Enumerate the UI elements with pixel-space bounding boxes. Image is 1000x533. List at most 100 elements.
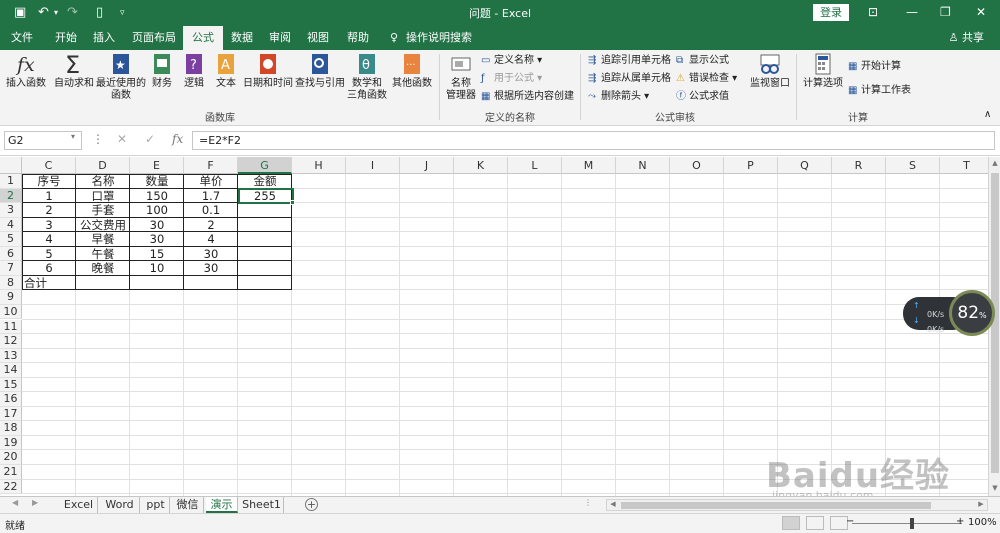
tab-help[interactable]: 帮助 — [340, 26, 376, 50]
tab-formulas[interactable]: 公式 — [183, 26, 223, 50]
share-button[interactable]: ♙ 共享 — [949, 26, 984, 50]
next-sheet-icon[interactable]: ▶ — [32, 498, 38, 507]
table-cell[interactable]: 15 — [130, 247, 184, 262]
row-header-8[interactable]: 8 — [0, 275, 22, 291]
formula-input[interactable]: =E2*F2 — [192, 131, 995, 150]
insert-function-button[interactable]: fx 插入函数 — [4, 52, 48, 90]
column-header-j[interactable]: J — [400, 157, 454, 174]
row-header-7[interactable]: 7 — [0, 261, 22, 276]
table-cell[interactable]: 2 — [22, 203, 76, 218]
name-box-dropdown-icon[interactable]: ▾ — [71, 132, 75, 141]
use-in-formula-button[interactable]: ƒ 用于公式 ▾ — [481, 72, 542, 86]
column-header-h[interactable]: H — [292, 157, 346, 174]
logical-button[interactable]: ? 逻辑 — [180, 52, 208, 90]
row-header-15[interactable]: 15 — [0, 377, 22, 393]
table-cell[interactable] — [238, 218, 292, 233]
row-header-18[interactable]: 18 — [0, 421, 22, 436]
sheet-tab[interactable]: 演示 — [206, 497, 238, 513]
zoom-slider[interactable] — [852, 523, 962, 524]
zoom-level[interactable]: 100% — [968, 517, 997, 528]
show-formulas-button[interactable]: ⧉ 显示公式 — [676, 54, 729, 68]
recently-used-button[interactable]: ★ 最近使用的 函数 — [96, 52, 146, 102]
column-header-n[interactable]: N — [616, 157, 670, 174]
tab-insert[interactable]: 插入 — [86, 26, 122, 50]
error-checking-button[interactable]: ⚠ 错误检查 ▾ — [676, 72, 737, 86]
horizontal-scroll-thumb[interactable] — [621, 502, 931, 509]
fill-handle[interactable] — [290, 200, 295, 205]
column-header-f[interactable]: F — [184, 157, 238, 174]
column-header-t[interactable]: T — [940, 157, 988, 174]
row-header-3[interactable]: 3 — [0, 203, 22, 218]
column-header-i[interactable]: I — [346, 157, 400, 174]
row-header-2[interactable]: 2 — [0, 188, 22, 204]
row-header-14[interactable]: 14 — [0, 363, 22, 378]
row-header-13[interactable]: 13 — [0, 348, 22, 364]
table-cell[interactable]: 1.7 — [184, 189, 238, 204]
close-icon[interactable]: ✕ — [976, 3, 986, 21]
table-cell[interactable]: 10 — [130, 261, 184, 276]
page-layout-view-button[interactable] — [806, 516, 824, 530]
select-all-corner[interactable] — [0, 157, 22, 174]
row-header-9[interactable]: 9 — [0, 290, 22, 305]
evaluate-formula-button[interactable]: ⓕ 公式求值 — [676, 90, 729, 104]
minimize-icon[interactable]: — — [906, 3, 918, 21]
text-button[interactable]: A 文本 — [212, 52, 240, 90]
tab-home[interactable]: 开始 — [48, 26, 84, 50]
tab-split-handle-icon[interactable]: ⋮ — [584, 498, 592, 507]
date-time-button[interactable]: 日期和时间 — [242, 52, 294, 90]
table-cell[interactable]: 30 — [184, 261, 238, 276]
table-cell[interactable]: 150 — [130, 189, 184, 204]
table-cell[interactable]: 1 — [22, 189, 76, 204]
row-header-1[interactable]: 1 — [0, 174, 22, 189]
table-cell[interactable]: 100 — [130, 203, 184, 218]
table-cell[interactable]: 公交费用 — [76, 218, 130, 233]
column-header-e[interactable]: E — [130, 157, 184, 174]
tab-data[interactable]: 数据 — [224, 26, 260, 50]
table-cell[interactable] — [238, 247, 292, 262]
tell-me-search[interactable]: 操作说明搜索 — [404, 26, 474, 50]
memory-gauge[interactable]: 82% — [949, 290, 995, 336]
table-header-cell[interactable]: 名称 — [76, 174, 130, 189]
table-cell[interactable] — [238, 203, 292, 218]
calculate-now-button[interactable]: ▦ 开始计算 — [848, 60, 901, 74]
tab-page-layout[interactable]: 页面布局 — [128, 26, 180, 50]
math-trig-button[interactable]: θ 数学和 三角函数 — [344, 52, 390, 102]
table-cell[interactable]: 口罩 — [76, 189, 130, 204]
column-header-m[interactable]: M — [562, 157, 616, 174]
zoom-in-icon[interactable]: + — [956, 516, 964, 527]
table-cell[interactable]: 5 — [22, 247, 76, 262]
sheet-tab[interactable]: Word — [100, 497, 140, 513]
row-header-17[interactable]: 17 — [0, 406, 22, 422]
table-cell[interactable]: 午餐 — [76, 247, 130, 262]
zoom-out-icon[interactable]: − — [846, 516, 854, 527]
table-header-cell[interactable]: 序号 — [22, 174, 76, 189]
column-header-o[interactable]: O — [670, 157, 724, 174]
column-header-g[interactable]: G — [238, 157, 292, 174]
calculate-sheet-button[interactable]: ▦ 计算工作表 — [848, 84, 911, 98]
table-cell[interactable]: 手套 — [76, 203, 130, 218]
column-header-p[interactable]: P — [724, 157, 778, 174]
tab-view[interactable]: 视图 — [300, 26, 336, 50]
column-header-s[interactable]: S — [886, 157, 940, 174]
row-header-12[interactable]: 12 — [0, 334, 22, 349]
calculation-options-button[interactable]: 计算选项 — [800, 52, 846, 90]
trace-precedents-button[interactable]: ⇶ 追踪引用单元格 — [588, 54, 671, 68]
total-label-cell[interactable]: 合计 — [22, 276, 76, 291]
table-cell[interactable]: 6 — [22, 261, 76, 276]
name-manager-button[interactable]: 名称 管理器 — [444, 52, 478, 102]
table-header-cell[interactable]: 数量 — [130, 174, 184, 189]
row-header-10[interactable]: 10 — [0, 304, 22, 320]
scroll-right-icon[interactable]: ▶ — [975, 500, 987, 508]
cancel-icon[interactable]: ✕ — [117, 132, 127, 146]
table-cell[interactable] — [238, 232, 292, 247]
table-cell[interactable]: 30 — [184, 247, 238, 262]
column-header-l[interactable]: L — [508, 157, 562, 174]
row-header-22[interactable]: 22 — [0, 479, 22, 495]
remove-arrows-button[interactable]: ⤳ 删除箭头 ▾ — [588, 90, 649, 104]
column-header-k[interactable]: K — [454, 157, 508, 174]
zoom-slider-knob[interactable] — [910, 518, 914, 529]
table-cell[interactable] — [238, 261, 292, 276]
trace-dependents-button[interactable]: ⇶ 追踪从属单元格 — [588, 72, 671, 86]
tab-file[interactable]: 文件 — [4, 26, 40, 50]
table-cell[interactable]: 2 — [184, 218, 238, 233]
